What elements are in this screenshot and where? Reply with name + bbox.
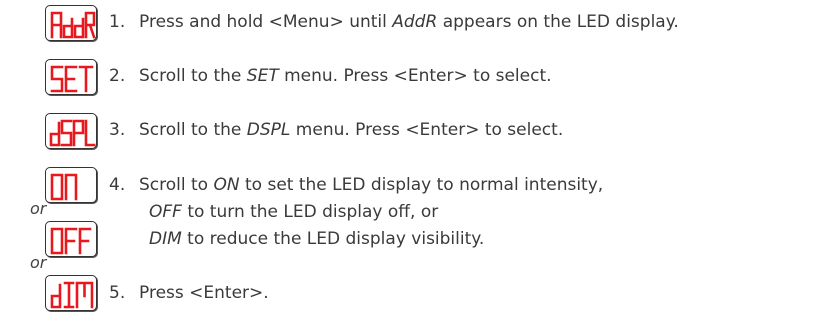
led-display-dim xyxy=(45,275,97,311)
step-emphasis: OFF xyxy=(149,202,182,222)
step-text: Scroll to the xyxy=(139,120,247,140)
step-2: 2. Scroll to the SET menu. Press <Enter> … xyxy=(109,64,552,89)
step-3: 3. Scroll to the DSPL menu. Press <Enter>… xyxy=(109,118,563,143)
step-text: Scroll to the xyxy=(139,66,247,86)
led-set-segments xyxy=(50,65,94,93)
step-text: Scroll to xyxy=(139,175,214,195)
led-dspl-segments xyxy=(49,119,96,147)
step-5: 5. Press <Enter>. xyxy=(109,281,269,306)
step-1: 1. Press and hold <Menu> until AddR appea… xyxy=(109,10,679,35)
step-4: 4. Scroll to ON to set the LED display to… xyxy=(109,173,603,198)
step-number: 4. xyxy=(109,175,126,195)
step-text: to reduce the LED display visibility. xyxy=(181,229,485,249)
step-emphasis: DIM xyxy=(149,229,182,249)
step-text: Press <Enter>. xyxy=(139,283,269,303)
or-label-2: or xyxy=(30,253,47,272)
step-emphasis: ON xyxy=(213,175,240,195)
step-emphasis: DSPL xyxy=(246,120,291,140)
led-addr-segments xyxy=(50,11,96,39)
step-text: menu. Press <Enter> to select. xyxy=(290,120,564,140)
led-on-segments xyxy=(50,173,78,201)
step-text: appears on the LED display. xyxy=(437,12,679,32)
step-4-line-dim: DIM to reduce the LED display visibility… xyxy=(149,227,484,252)
step-number: 5. xyxy=(109,283,126,303)
step-text: to turn the LED display off, or xyxy=(181,202,439,222)
or-label-1: or xyxy=(30,199,47,218)
step-number: 2. xyxy=(109,66,126,86)
led-display-on xyxy=(45,167,97,203)
led-display-addr xyxy=(45,5,97,41)
led-display-set xyxy=(45,59,97,95)
led-display-off xyxy=(45,221,97,257)
step-emphasis: SET xyxy=(246,66,279,86)
led-off-segments xyxy=(50,227,92,255)
step-emphasis: AddR xyxy=(392,12,438,32)
step-text: Press and hold <Menu> until xyxy=(139,12,393,32)
step-number: 3. xyxy=(109,120,126,140)
led-dim-segments xyxy=(50,281,94,309)
step-4-line-off: OFF to turn the LED display off, or xyxy=(149,200,438,225)
step-text: to set the LED display to normal intensi… xyxy=(239,175,604,195)
step-number: 1. xyxy=(109,12,126,32)
led-display-dspl xyxy=(45,113,97,149)
step-text: menu. Press <Enter> to select. xyxy=(278,66,552,86)
